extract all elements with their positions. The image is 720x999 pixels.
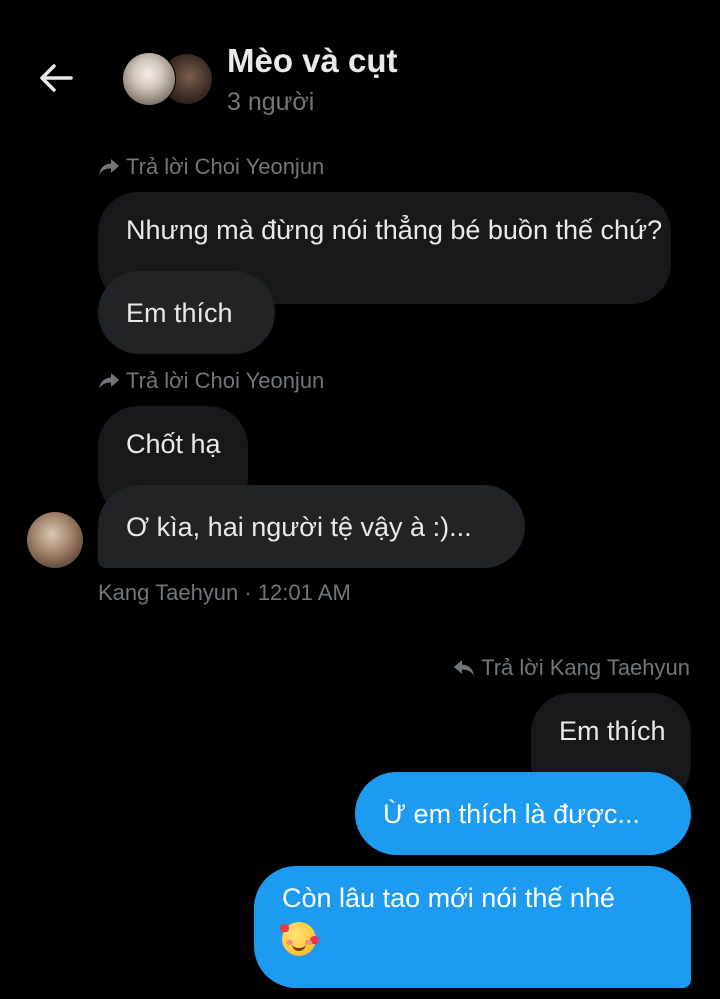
forward-reply-icon bbox=[99, 373, 119, 389]
quoted-message-text: Em thích bbox=[559, 716, 666, 746]
quoted-message-text: Nhưng mà đừng nói thẳng bé buồn thế chứ? bbox=[126, 215, 663, 245]
outgoing-message-bubble[interactable]: Ừ em thích là được... bbox=[355, 772, 691, 855]
outgoing-message-bubble[interactable]: Còn lâu tao mới nói thế nhé bbox=[254, 866, 691, 988]
message-text: Em thích bbox=[126, 297, 233, 328]
member-avatar bbox=[122, 52, 176, 106]
reply-indicator: Trả lời Choi Yeonjun bbox=[98, 154, 324, 180]
back-button[interactable] bbox=[30, 52, 82, 104]
message-text: Còn lâu tao mới nói thế nhé bbox=[282, 883, 615, 913]
group-avatar[interactable] bbox=[122, 52, 212, 106]
forward-reply-icon bbox=[99, 159, 119, 175]
reply-indicator: Trả lời Choi Yeonjun bbox=[98, 368, 324, 394]
arrow-left-icon bbox=[40, 64, 73, 92]
conversation-title[interactable]: Mèo và cụt bbox=[227, 42, 398, 80]
member-count: 3 người bbox=[227, 88, 315, 116]
quoted-message-text: Chốt hạ bbox=[126, 429, 221, 459]
smiling-face-with-hearts-icon bbox=[280, 922, 319, 956]
reply-indicator: Trả lời Kang Taehyun bbox=[453, 655, 690, 681]
message-meta: Kang Taehyun · 12:01 AM bbox=[98, 580, 351, 605]
sender-avatar[interactable] bbox=[27, 512, 83, 568]
message-bubble[interactable]: Em thích bbox=[98, 271, 275, 354]
message-bubble[interactable]: Ơ kìa, hai người tệ vậy à :)... bbox=[98, 485, 525, 568]
message-text: Ừ em thích là được... bbox=[383, 798, 640, 829]
message-text: Ơ kìa, hai người tệ vậy à :)... bbox=[126, 511, 472, 542]
reply-indicator-label: Trả lời Choi Yeonjun bbox=[126, 368, 325, 393]
reply-icon bbox=[454, 660, 475, 676]
reply-indicator-label: Trả lời Choi Yeonjun bbox=[126, 154, 325, 179]
reply-indicator-label: Trả lời Kang Taehyun bbox=[481, 655, 690, 680]
